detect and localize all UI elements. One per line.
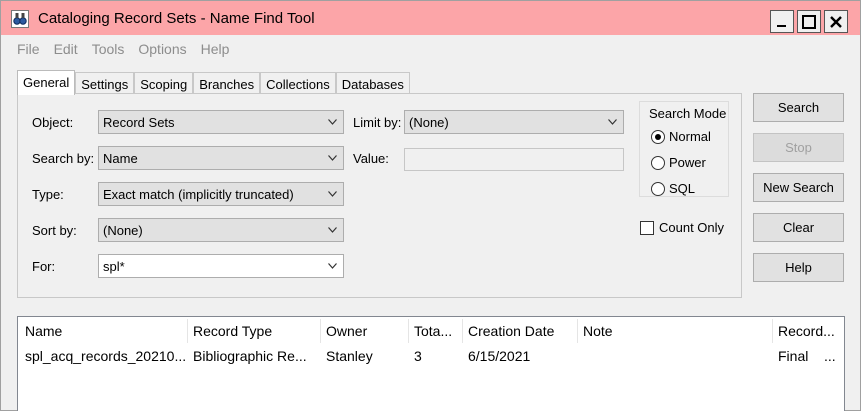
tab-general[interactable]: General [17,70,76,95]
chevron-down-icon [328,191,337,197]
sort-by-value: (None) [103,223,143,238]
column-separator[interactable] [462,319,463,343]
column-header-name[interactable]: Name [25,323,62,339]
cell-creation-date[interactable]: 6/15/2021 [468,348,573,364]
chevron-down-icon [328,227,337,233]
radio-button-checked[interactable] [651,129,665,144]
radio-button[interactable] [651,181,665,196]
radio-power[interactable]: Power [651,155,706,170]
tab-strip: General Settings Scoping Branches Collec… [17,70,410,95]
type-select[interactable]: Exact match (implicitly truncated) [98,182,344,206]
tab-branches[interactable]: Branches [193,72,261,95]
search-by-value: Name [103,151,138,166]
column-header-total[interactable]: Tota... [414,323,452,339]
radio-sql-label: SQL [669,181,696,196]
radio-power-label: Power [669,155,706,170]
column-separator[interactable] [408,319,409,343]
close-button[interactable] [824,10,848,33]
object-select[interactable]: Record Sets [98,110,344,134]
menu-options[interactable]: Options [132,38,194,60]
for-value: spl* [103,259,125,274]
search-by-label: Search by: [32,151,95,166]
menu-help[interactable]: Help [195,38,238,60]
radio-normal[interactable]: Normal [651,129,711,144]
tab-scoping[interactable]: Scoping [134,72,194,95]
for-combo-input[interactable]: spl* [98,254,344,278]
object-value: Record Sets [103,115,175,130]
limit-by-select[interactable]: (None) [404,110,624,134]
radio-normal-label: Normal [669,129,711,144]
cell-name[interactable]: spl_acq_records_20210... [25,348,185,364]
column-separator[interactable] [577,319,578,343]
column-separator[interactable] [772,319,773,343]
limit-by-label: Limit by: [353,115,402,130]
column-header-record-type[interactable]: Record Type [193,323,272,339]
tab-databases[interactable]: Databases [335,72,410,95]
tab-settings[interactable]: Settings [75,72,135,95]
app-window: Cataloging Record Sets - Name Find Tool … [0,0,861,411]
chevron-down-icon [328,263,337,269]
radio-button[interactable] [651,155,665,170]
column-header-creation-date[interactable]: Creation Date [468,323,554,339]
chevron-down-icon [328,155,337,161]
cell-total[interactable]: 3 [414,348,459,364]
type-label: Type: [32,187,64,202]
count-only-checkbox[interactable]: Count Only [640,220,724,235]
maximize-button[interactable] [797,10,821,33]
sort-by-select[interactable]: (None) [98,218,344,242]
search-mode-title: Search Mode [649,106,727,121]
cell-owner[interactable]: Stanley [326,348,406,364]
binoculars-icon [11,10,29,28]
value-label: Value: [353,151,389,166]
menu-edit[interactable]: Edit [48,38,86,60]
value-input[interactable] [404,148,624,171]
column-header-note[interactable]: Note [583,323,613,339]
new-search-button[interactable]: New Search [753,173,844,202]
menu-bar: File Edit Tools Options Help [1,38,237,60]
object-label: Object: [32,115,74,130]
column-separator[interactable] [187,319,188,343]
title-bar: Cataloging Record Sets - Name Find Tool [1,1,860,35]
column-header-record-status[interactable]: Record... [778,323,835,339]
minimize-button[interactable] [770,10,794,33]
menu-file[interactable]: File [1,38,48,60]
limit-by-value: (None) [409,115,449,130]
count-only-label: Count Only [659,220,725,235]
cell-overflow[interactable]: ... [824,348,840,364]
column-header-owner[interactable]: Owner [326,323,367,339]
chevron-down-icon [328,119,337,125]
radio-sql[interactable]: SQL [651,181,695,196]
results-list[interactable]: Name Record Type Owner Tota... Creation … [17,316,845,411]
for-label: For: [32,259,56,274]
column-separator[interactable] [320,319,321,343]
chevron-down-icon [608,119,617,125]
stop-button[interactable]: Stop [753,133,844,162]
help-button[interactable]: Help [753,253,844,282]
cell-record-type[interactable]: Bibliographic Re... [193,348,318,364]
type-value: Exact match (implicitly truncated) [103,187,294,202]
sort-by-label: Sort by: [32,223,77,238]
checkbox-box[interactable] [640,220,654,235]
tab-collections[interactable]: Collections [260,72,336,95]
menu-tools[interactable]: Tools [86,38,133,60]
search-button[interactable]: Search [753,93,844,122]
cell-record-status[interactable]: Final [778,348,818,364]
search-by-select[interactable]: Name [98,146,344,170]
window-title: Cataloging Record Sets - Name Find Tool [38,10,315,27]
clear-button[interactable]: Clear [753,213,844,242]
